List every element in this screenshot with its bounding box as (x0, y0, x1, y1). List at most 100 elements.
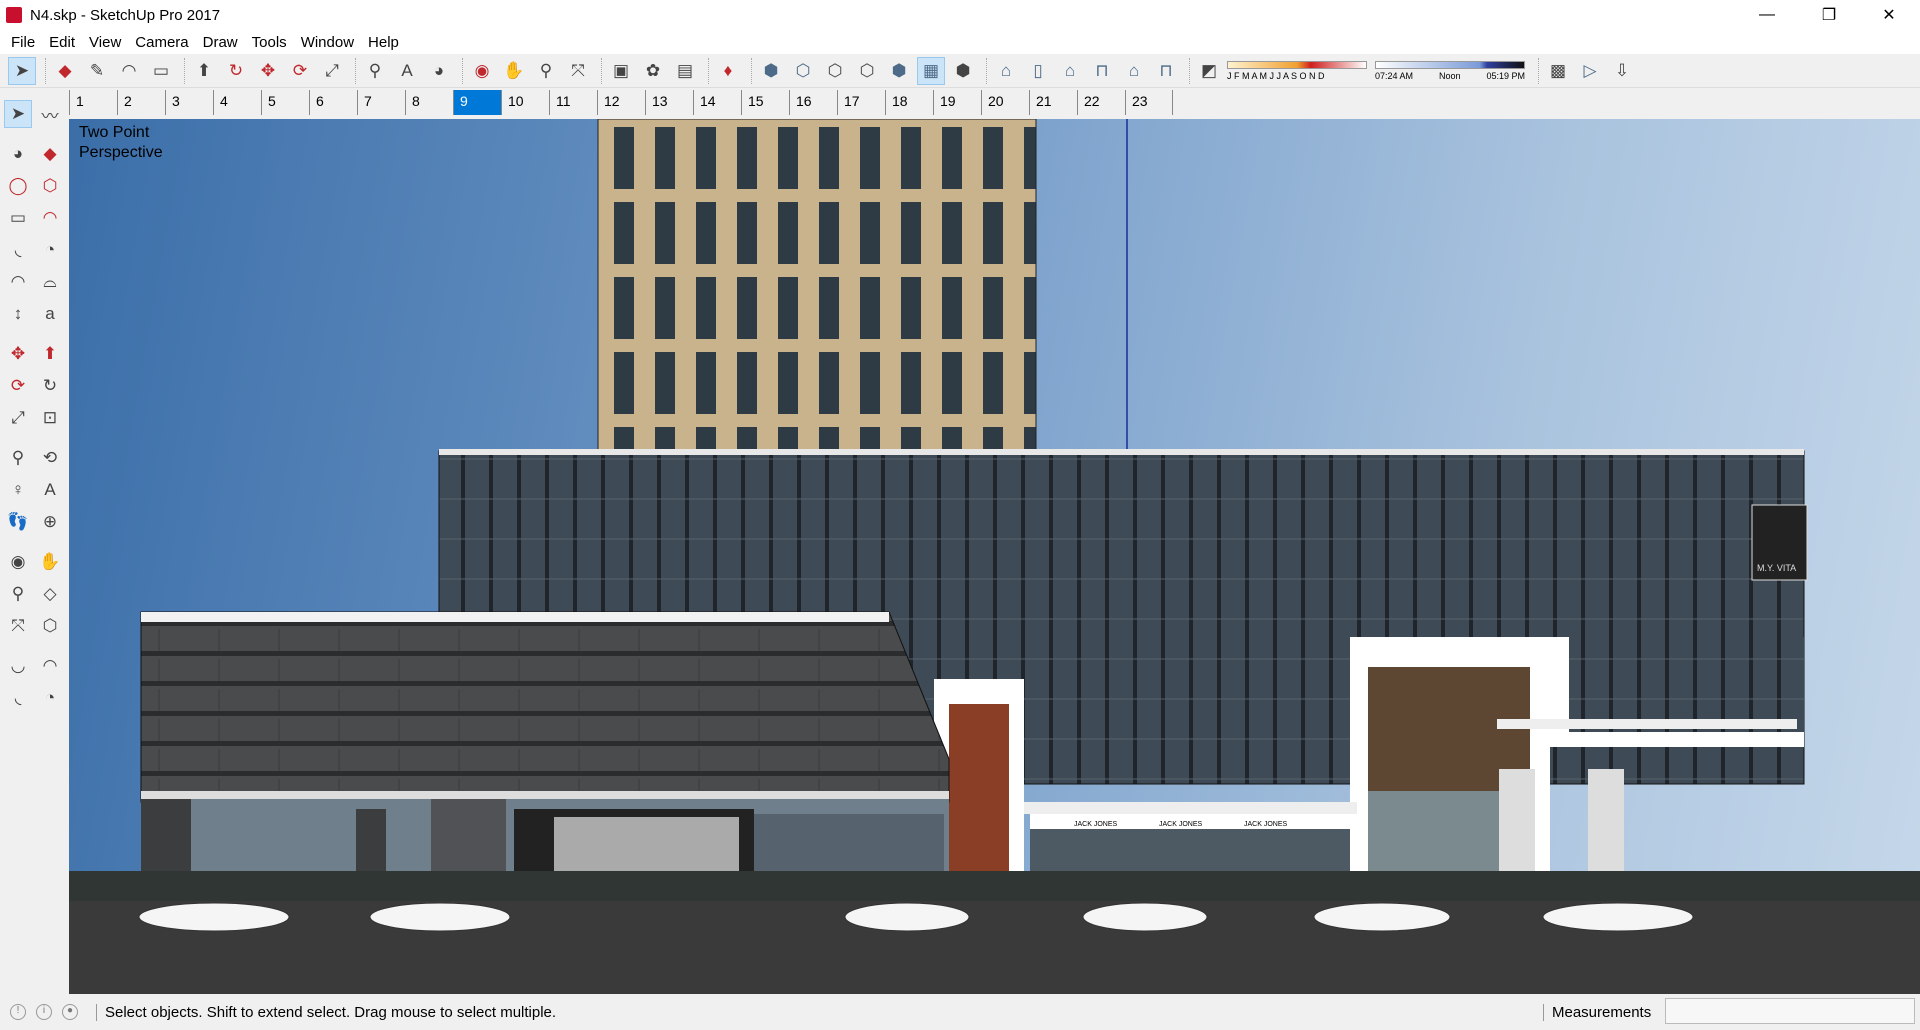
restore-button[interactable]: ❐ (1806, 0, 1852, 30)
scene-tab-23[interactable]: 23 (1125, 90, 1173, 115)
move-icon[interactable]: ✥ (254, 57, 282, 85)
hidden-line-icon[interactable]: ⬡ (853, 57, 881, 85)
scene-tab-13[interactable]: 13 (645, 90, 693, 115)
scene-tab-18[interactable]: 18 (885, 90, 933, 115)
zoom-icon[interactable]: ⚲ (4, 580, 32, 608)
scene-tab-4[interactable]: 4 (213, 90, 261, 115)
preview-icon[interactable]: ▷ (1576, 57, 1604, 85)
paint-bucket-icon[interactable]: ◕ (4, 140, 32, 168)
scene-tab-22[interactable]: 22 (1077, 90, 1125, 115)
left-view-icon[interactable]: ⊓ (1152, 57, 1180, 85)
eraser-icon[interactable]: ◆ (36, 140, 64, 168)
minimize-button[interactable]: — (1744, 0, 1790, 30)
select-icon[interactable]: ➤ (4, 100, 32, 128)
offset-icon[interactable]: ⊡ (36, 404, 64, 432)
scene-tab-1[interactable]: 1 (69, 90, 117, 115)
scene-tab-6[interactable]: 6 (309, 90, 357, 115)
scene-tab-3[interactable]: 3 (165, 90, 213, 115)
right-view-icon[interactable]: ⊓ (1088, 57, 1116, 85)
select-icon[interactable]: ➤ (8, 56, 36, 85)
move-icon[interactable]: ✥ (4, 340, 32, 368)
scene-tab-21[interactable]: 21 (1029, 90, 1077, 115)
tape-measure-icon[interactable]: ⚲ (361, 57, 389, 85)
axes-icon[interactable]: 👣 (4, 508, 32, 536)
scene-tab-8[interactable]: 8 (405, 90, 453, 115)
eraser-icon[interactable]: ◆ (51, 57, 79, 85)
scale-icon[interactable]: ⤢ (318, 57, 346, 85)
close-button[interactable]: ✕ (1866, 0, 1912, 30)
menu-edit[interactable]: Edit (42, 34, 82, 51)
top-view-icon[interactable]: ▯ (1024, 57, 1052, 85)
paint-bucket-icon[interactable]: ◕ (425, 57, 453, 85)
menu-window[interactable]: Window (294, 34, 361, 51)
extension-warehouse-icon[interactable]: ✿ (639, 57, 667, 85)
warehouse-icon[interactable]: ▣ (607, 57, 635, 85)
geolocation-status-icon[interactable]: ! (10, 1004, 26, 1020)
scene-tab-7[interactable]: 7 (357, 90, 405, 115)
follow-me-icon[interactable]: ↻ (36, 372, 64, 400)
shadow-time-slider[interactable]: 07:24 AM Noon 05:19 PM (1375, 60, 1525, 81)
pie-icon[interactable]: a (36, 300, 64, 328)
menu-camera[interactable]: Camera (128, 34, 195, 51)
menu-view[interactable]: View (82, 34, 128, 51)
zoom-extents-icon[interactable]: ⤧ (4, 612, 32, 640)
three-point-arc-icon[interactable]: ↕ (4, 300, 32, 328)
walk-icon[interactable]: ◟ (4, 684, 32, 712)
measurements-input[interactable] (1665, 998, 1915, 1024)
geolocation-icon[interactable]: ▩ (1544, 57, 1572, 85)
make-component-icon[interactable]: 〰 (36, 100, 64, 128)
rotate-icon[interactable]: ⟳ (4, 372, 32, 400)
monochrome-icon[interactable]: ⬢ (949, 57, 977, 85)
text-icon[interactable]: A (393, 57, 421, 85)
zoom-icon[interactable]: ⚲ (532, 57, 560, 85)
iso-view-icon[interactable]: ⌂ (992, 57, 1020, 85)
xray-icon[interactable]: ⬢ (757, 57, 785, 85)
credits-icon[interactable]: i (36, 1004, 52, 1020)
scene-tab-16[interactable]: 16 (789, 90, 837, 115)
dimension-icon[interactable]: ⟲ (36, 444, 64, 472)
scene-tab-10[interactable]: 10 (501, 90, 549, 115)
scene-tab-17[interactable]: 17 (837, 90, 885, 115)
tape-measure-icon[interactable]: ⚲ (4, 444, 32, 472)
follow-me-icon[interactable]: ↻ (222, 57, 250, 85)
scene-tab-20[interactable]: 20 (981, 90, 1029, 115)
scene-tab-2[interactable]: 2 (117, 90, 165, 115)
push-pull-icon[interactable]: ⬆ (36, 340, 64, 368)
ruby-icon[interactable]: ♦ (714, 57, 742, 85)
scene-tab-12[interactable]: 12 (597, 90, 645, 115)
orbit-icon[interactable]: ◉ (4, 548, 32, 576)
pan-icon[interactable]: ✋ (36, 548, 64, 576)
menu-file[interactable]: File (4, 34, 42, 51)
menu-help[interactable]: Help (361, 34, 406, 51)
zoom-extents-icon[interactable]: ⤧ (564, 57, 592, 85)
protractor-icon[interactable]: ♀ (4, 476, 32, 504)
3d-viewport[interactable]: M.Y. VITA JACK JONES JACK JONES JACK JON… (69, 119, 1920, 994)
zoom-window-icon[interactable]: ◇ (36, 580, 64, 608)
arc-icon[interactable]: ◠ (115, 57, 143, 85)
polygon-icon[interactable]: ◔ (36, 236, 64, 264)
position-camera-icon[interactable]: ◡ (4, 652, 32, 680)
rotated-rectangle-icon[interactable]: ◠ (36, 204, 64, 232)
scene-tab-14[interactable]: 14 (693, 90, 741, 115)
menu-draw[interactable]: Draw (196, 34, 245, 51)
3d-text-icon[interactable]: ⊕ (36, 508, 64, 536)
previous-view-icon[interactable]: ⬡ (36, 612, 64, 640)
back-edges-icon[interactable]: ⬡ (789, 57, 817, 85)
scene-tab-11[interactable]: 11 (549, 90, 597, 115)
scene-tab-5[interactable]: 5 (261, 90, 309, 115)
wireframe-icon[interactable]: ⬡ (821, 57, 849, 85)
orbit-icon[interactable]: ◉ (468, 57, 496, 85)
circle-icon[interactable]: ◟ (4, 236, 32, 264)
section-plane-icon[interactable]: ◔ (36, 684, 64, 712)
freehand-icon[interactable]: ⬡ (36, 172, 64, 200)
rotate-icon[interactable]: ⟳ (286, 57, 314, 85)
text-icon[interactable]: A (36, 476, 64, 504)
scale-icon[interactable]: ⤢ (4, 404, 32, 432)
shaded-textures-icon[interactable]: ▦ (917, 56, 945, 85)
layout-icon[interactable]: ▤ (671, 57, 699, 85)
user-account-icon[interactable]: ● (62, 1004, 78, 1020)
scene-tab-15[interactable]: 15 (741, 90, 789, 115)
shadow-date-slider[interactable]: J F M A M J J A S O N D (1227, 60, 1367, 81)
shaded-icon[interactable]: ⬢ (885, 57, 913, 85)
shadows-toggle-icon[interactable]: ◩ (1195, 57, 1223, 85)
